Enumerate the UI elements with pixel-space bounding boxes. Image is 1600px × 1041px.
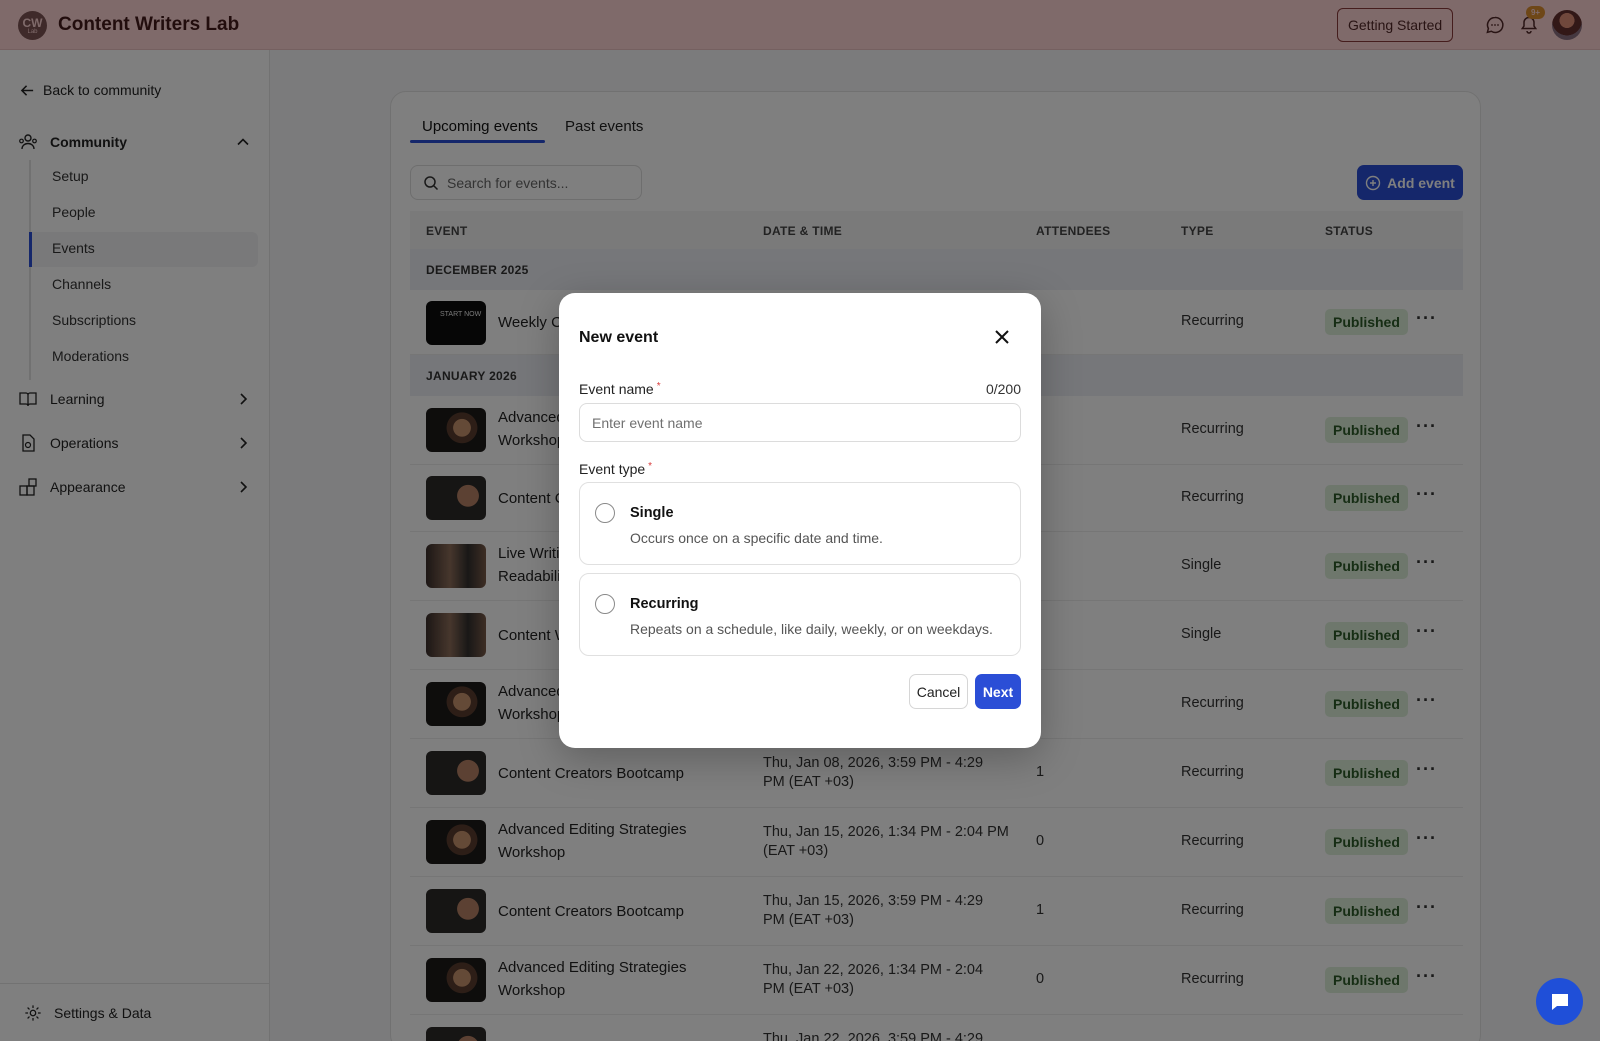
modal-title: New event [579,329,659,346]
option-title: Single [630,505,674,521]
next-button[interactable]: Next [975,674,1021,709]
option-title: Recurring [630,596,699,612]
event-name-label: Event name * [579,381,661,397]
event-type-option-recurring[interactable]: Recurring Repeats on a schedule, like da… [579,573,1021,656]
recurring-radio[interactable] [595,594,615,614]
event-type-option-single[interactable]: Single Occurs once on a specific date an… [579,482,1021,565]
support-chat-button[interactable] [1536,978,1583,1025]
event-name-input[interactable] [579,403,1021,442]
required-marker: * [656,381,661,392]
chat-icon [1551,993,1568,1010]
required-marker: * [648,461,653,472]
event-type-label: Event type * [579,461,653,477]
character-counter: 0/200 [985,381,1021,397]
option-description: Repeats on a schedule, like daily, weekl… [630,621,993,637]
close-icon[interactable] [991,326,1013,348]
new-event-modal: New event Event name* 0/200 Event type* … [559,293,1041,748]
single-radio[interactable] [595,503,615,523]
option-description: Occurs once on a specific date and time. [630,530,883,546]
cancel-button[interactable]: Cancel [909,674,968,709]
